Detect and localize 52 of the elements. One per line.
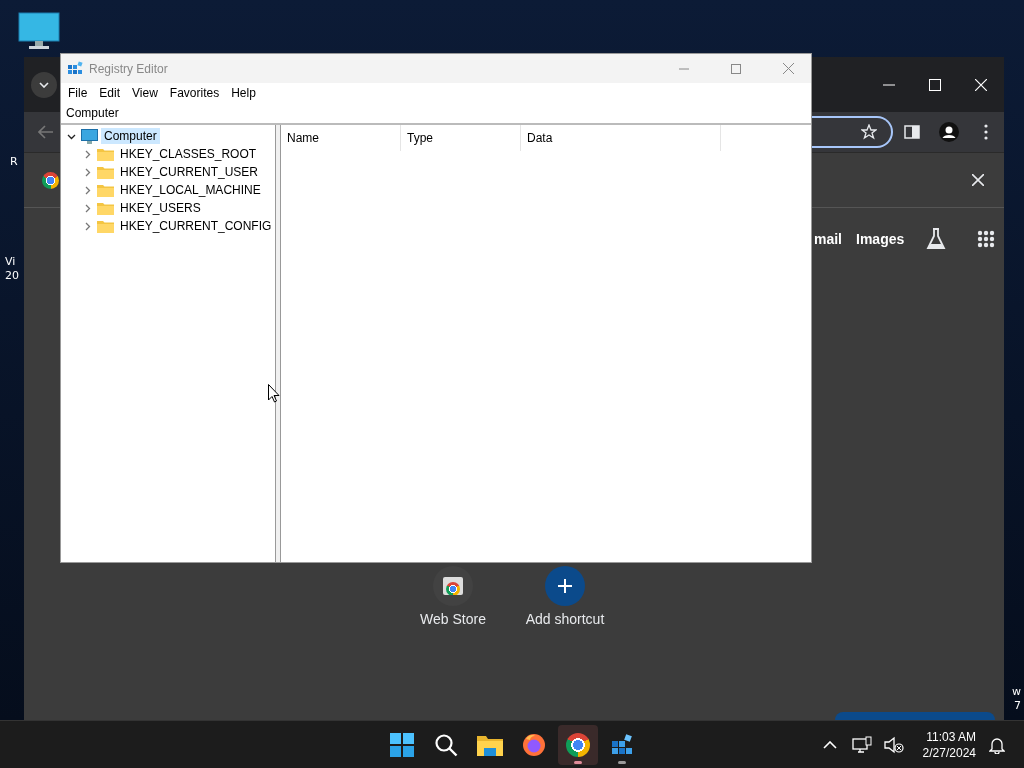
- folder-icon: [477, 733, 503, 756]
- tree-item[interactable]: HKEY_CLASSES_ROOT: [117, 146, 260, 162]
- chrome-icon: [566, 732, 590, 757]
- menu-item[interactable]: Favorites: [163, 83, 226, 103]
- tab-search-button[interactable]: [31, 71, 57, 98]
- registry-icon: [67, 60, 83, 77]
- maximize-icon: [929, 78, 941, 91]
- folder-icon: [97, 183, 114, 197]
- menu-item[interactable]: Edit: [93, 83, 127, 103]
- taskbar-app-button[interactable]: [558, 724, 598, 765]
- mouse-cursor-icon: [268, 384, 280, 403]
- back-arrow-icon[interactable]: [38, 125, 54, 139]
- folder-icon: [97, 165, 114, 179]
- windows-logo-icon: [390, 732, 414, 757]
- close-icon: [975, 78, 987, 91]
- minimize-icon: [883, 83, 895, 86]
- header-link[interactable]: mail: [814, 231, 842, 247]
- caret-down-icon: [39, 81, 49, 88]
- close-icon: [972, 174, 984, 186]
- folder-icon: [97, 201, 114, 215]
- plus-icon: [545, 566, 585, 606]
- desktop-icon-label: R: [10, 155, 18, 169]
- close-icon: [782, 63, 794, 74]
- star-icon[interactable]: [861, 124, 877, 140]
- registry-icon: [610, 732, 634, 757]
- desktop-icon-label: Vi: [5, 255, 16, 269]
- web-store-icon: [433, 566, 473, 606]
- chrome-icon: [42, 171, 59, 189]
- search-icon: [434, 732, 458, 757]
- minimize-icon: [679, 67, 689, 70]
- tree-item[interactable]: HKEY_USERS: [117, 200, 204, 216]
- tree-item[interactable]: HKEY_CURRENT_USER: [117, 164, 262, 180]
- folder-icon: [97, 219, 114, 233]
- maximize-icon: [731, 63, 741, 74]
- tree-item[interactable]: HKEY_LOCAL_MACHINE: [117, 182, 264, 198]
- tree-item[interactable]: Computer: [101, 128, 160, 144]
- tree-item[interactable]: HKEY_CURRENT_CONFIG: [117, 218, 275, 234]
- computer-icon: [81, 128, 98, 144]
- menu-item[interactable]: File: [62, 83, 94, 103]
- shortcut-tile[interactable]: Web Store: [397, 566, 509, 627]
- desktop-icon-label: w: [1012, 685, 1021, 699]
- desktop-icon-label: 20: [5, 269, 19, 283]
- menu-item[interactable]: View: [126, 83, 164, 103]
- menu-item[interactable]: Help: [225, 83, 262, 103]
- window-title: Registry Editor: [89, 61, 168, 76]
- folder-icon: [97, 147, 114, 161]
- firefox-icon: [522, 732, 546, 757]
- shortcut-tile[interactable]: Add shortcut: [509, 566, 621, 627]
- desktop-icon-label: 7: [1014, 699, 1021, 713]
- clock[interactable]: 11:03 AM 2/27/2024: [920, 728, 978, 761]
- computer-icon[interactable]: [18, 12, 60, 50]
- header-link[interactable]: Images: [856, 231, 905, 247]
